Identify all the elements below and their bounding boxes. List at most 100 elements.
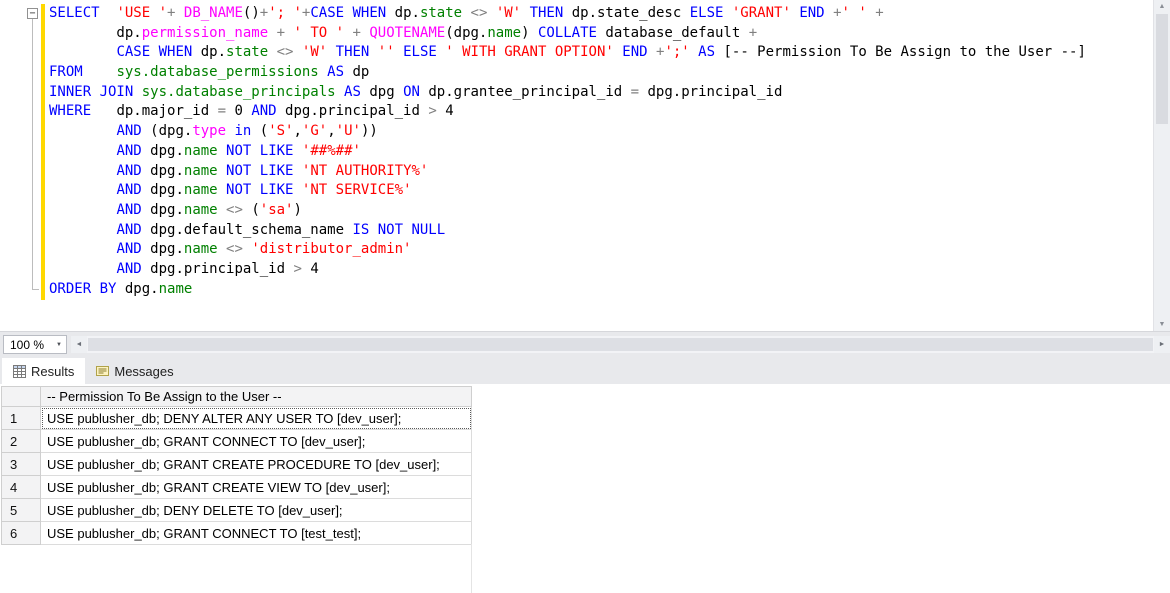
code-token: AND (116, 123, 141, 139)
code-line[interactable]: WHERE dp.major_id = 0 AND dpg.principal_… (49, 102, 1086, 122)
code-token: + (277, 25, 285, 41)
code-token: ' WITH GRANT OPTION' (445, 44, 614, 60)
code-token: dpg.principal_id (142, 261, 294, 277)
result-cell[interactable]: USE publusher_db; DENY DELETE TO [dev_us… (41, 499, 472, 522)
code-token: '; ' (268, 5, 302, 21)
code-token: 'W' (302, 44, 327, 60)
code-token: ELSE (403, 44, 437, 60)
code-token: dpg. (142, 143, 184, 159)
row-number-cell[interactable]: 3 (2, 453, 41, 476)
code-token: WHERE (49, 103, 91, 119)
scroll-up-icon[interactable]: ▲ (1154, 3, 1170, 10)
code-token: 4 (437, 103, 454, 119)
code-token (268, 25, 276, 41)
code-token: AND (116, 222, 141, 238)
grid-header-row: -- Permission To Be Assign to the User -… (2, 387, 472, 407)
row-number-cell[interactable]: 6 (2, 522, 41, 545)
results-column-header[interactable]: -- Permission To Be Assign to the User -… (41, 387, 472, 407)
code-line[interactable]: AND dpg.principal_id > 4 (49, 260, 1086, 280)
code-line[interactable]: AND dpg.name <> ('sa') (49, 201, 1086, 221)
code-token: (dpg. (142, 123, 193, 139)
code-token: ' TO ' (293, 25, 344, 41)
code-line[interactable]: CASE WHEN dp.state <> 'W' THEN '' ELSE '… (49, 43, 1086, 63)
scroll-right-icon[interactable]: ► (1154, 336, 1170, 353)
zoom-selector[interactable]: 100 % ▼ (3, 335, 67, 354)
code-token (83, 64, 117, 80)
row-number-cell[interactable]: 5 (2, 499, 41, 522)
code-token (49, 202, 116, 218)
code-token (293, 163, 301, 179)
minus-icon: − (29, 8, 35, 19)
code-token: 'G' (302, 123, 327, 139)
results-pane: -- Permission To Be Assign to the User -… (0, 384, 1170, 593)
code-token (293, 182, 301, 198)
vertical-scrollbar-thumb[interactable] (1156, 14, 1168, 124)
tab-messages-label: Messages (114, 364, 173, 379)
table-row: 1USE publusher_db; DENY ALTER ANY USER T… (2, 407, 472, 430)
tab-results[interactable]: Results (2, 358, 85, 384)
code-token (218, 182, 226, 198)
row-number-cell[interactable]: 4 (2, 476, 41, 499)
code-token: = (218, 103, 226, 119)
code-token: END (622, 44, 647, 60)
tab-messages[interactable]: Messages (85, 358, 184, 384)
scroll-left-icon[interactable]: ◄ (71, 336, 87, 353)
row-number-cell[interactable]: 1 (2, 407, 41, 430)
code-token (723, 5, 731, 21)
code-line[interactable]: AND (dpg.type in ('S','G','U')) (49, 122, 1086, 142)
code-token (462, 5, 470, 21)
code-token: ';' (664, 44, 689, 60)
code-line[interactable]: ORDER BY dpg.name (49, 280, 1086, 300)
result-cell[interactable]: USE publusher_db; GRANT CREATE VIEW TO [… (41, 476, 472, 499)
chevron-down-icon: ▼ (52, 342, 66, 348)
code-token: 'S' (268, 123, 293, 139)
horizontal-scrollbar-track[interactable] (87, 336, 1154, 353)
grid-corner-cell[interactable] (2, 387, 41, 407)
editor-horizontal-scrollbar[interactable]: ◄ ► (71, 336, 1170, 353)
code-token: name (159, 281, 193, 297)
code-token: dp. (386, 5, 420, 21)
sql-editor[interactable]: − SELECT 'USE '+ DB_NAME()+'; '+CASE WHE… (0, 0, 1170, 331)
code-line[interactable]: AND dpg.name <> 'distributor_admin' (49, 240, 1086, 260)
editor-vertical-scrollbar[interactable]: ▲ ▼ (1153, 0, 1170, 331)
code-token: + (875, 5, 883, 21)
code-token: name (184, 241, 218, 257)
code-token: name (184, 182, 218, 198)
result-cell[interactable]: USE publusher_db; GRANT CONNECT TO [dev_… (41, 430, 472, 453)
code-line[interactable]: AND dpg.name NOT LIKE '##%##' (49, 142, 1086, 162)
code-token: AND (116, 163, 141, 179)
code-token: THEN (336, 44, 370, 60)
code-token (49, 182, 116, 198)
code-line[interactable]: AND dpg.name NOT LIKE 'NT SERVICE%' (49, 181, 1086, 201)
horizontal-scrollbar-thumb[interactable] (88, 338, 1153, 351)
code-token: AND (116, 143, 141, 159)
code-line[interactable]: AND dpg.default_schema_name IS NOT NULL (49, 221, 1086, 241)
code-line[interactable]: INNER JOIN sys.database_principals AS dp… (49, 83, 1086, 103)
code-line[interactable]: FROM sys.database_permissions AS dp (49, 63, 1086, 83)
code-token: ) (293, 202, 301, 218)
results-grid-icon (13, 365, 26, 378)
table-row: 5USE publusher_db; DENY DELETE TO [dev_u… (2, 499, 472, 522)
code-token (49, 261, 116, 277)
code-token: CASE WHEN (116, 44, 192, 60)
result-cell[interactable]: USE publusher_db; DENY ALTER ANY USER TO… (41, 407, 472, 430)
code-line[interactable]: AND dpg.name NOT LIKE 'NT AUTHORITY%' (49, 162, 1086, 182)
code-token: dpg. (142, 163, 184, 179)
code-token (49, 241, 116, 257)
code-token: + (833, 5, 841, 21)
row-number-cell[interactable]: 2 (2, 430, 41, 453)
table-row: 2USE publusher_db; GRANT CONNECT TO [dev… (2, 430, 472, 453)
code-line[interactable]: SELECT 'USE '+ DB_NAME()+'; '+CASE WHEN … (49, 4, 1086, 24)
code-line[interactable]: dp.permission_name + ' TO ' + QUOTENAME(… (49, 24, 1086, 44)
code-token: + (260, 5, 268, 21)
code-token: NOT LIKE (226, 182, 293, 198)
code-token (437, 44, 445, 60)
scroll-down-icon[interactable]: ▼ (1154, 321, 1170, 328)
code-token (395, 44, 403, 60)
result-cell[interactable]: USE publusher_db; GRANT CONNECT TO [test… (41, 522, 472, 545)
sql-code: SELECT 'USE '+ DB_NAME()+'; '+CASE WHEN … (49, 4, 1086, 299)
code-token: 'distributor_admin' (251, 241, 411, 257)
collapse-region-toggle[interactable]: − (27, 8, 38, 19)
code-token: INNER JOIN (49, 84, 133, 100)
result-cell[interactable]: USE publusher_db; GRANT CREATE PROCEDURE… (41, 453, 472, 476)
